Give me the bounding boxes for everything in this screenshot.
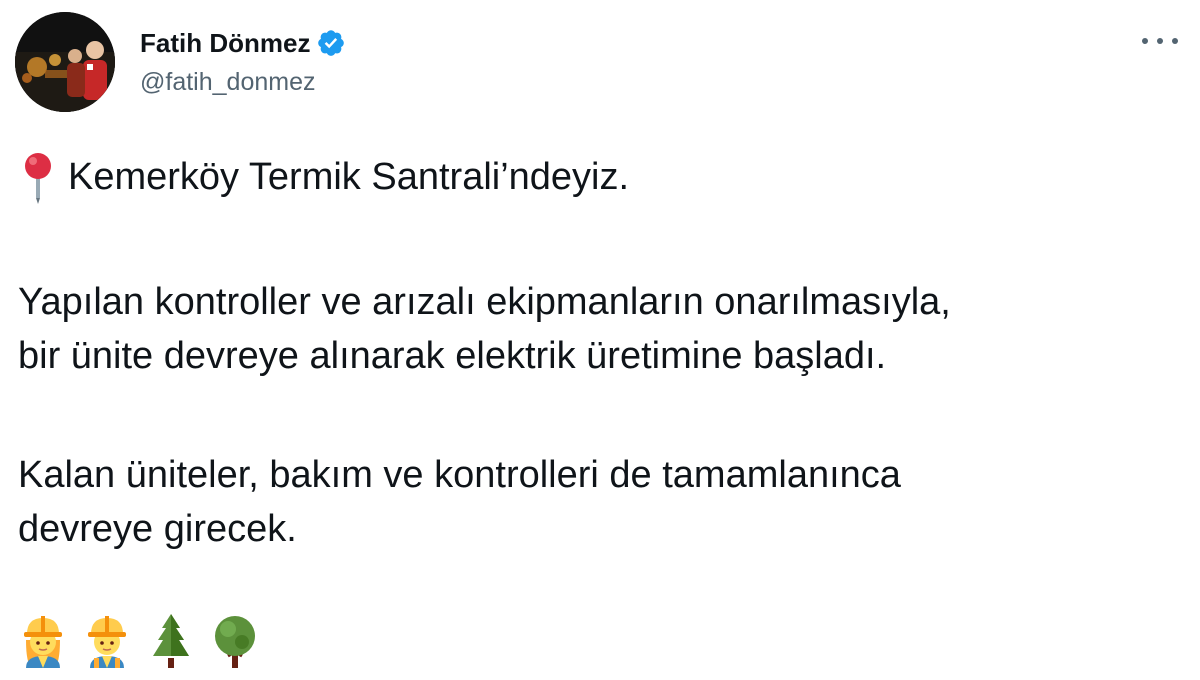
evergreen-tree-icon	[153, 614, 189, 668]
name-row: Fatih Dönmez	[140, 26, 346, 60]
dot	[1172, 38, 1178, 44]
author-info: Fatih Dönmez @fatih_donmez	[140, 26, 346, 97]
handle[interactable]: @fatih_donmez	[140, 68, 346, 97]
tweet-text: Yapılan kontroller ve arızalı ekipmanlar…	[18, 281, 951, 323]
woman-construction-worker-icon	[24, 616, 62, 668]
tweet-paragraph-2: Yapılan kontroller ve arızalı ekipmanlar…	[18, 275, 951, 383]
tweet-text: Kemerköy Termik Santrali’ndeyiz.	[68, 156, 630, 198]
more-options-icon[interactable]	[1142, 30, 1178, 52]
man-construction-worker-icon	[88, 616, 126, 668]
avatar-photo	[15, 12, 115, 112]
dot	[1142, 38, 1148, 44]
avatar[interactable]	[15, 12, 115, 112]
tweet-text: Kalan üniteler, bakım ve kontrolleri de …	[18, 454, 901, 496]
tweet-text: devreye girecek.	[18, 508, 297, 550]
round-pushpin-icon	[18, 150, 58, 204]
tweet-card: Fatih Dönmez @fatih_donmez Kemerköy Term…	[0, 0, 1200, 680]
verified-badge-icon	[316, 28, 346, 58]
dot	[1157, 38, 1163, 44]
emoji-row	[18, 612, 260, 670]
tweet-paragraph-3: Kalan üniteler, bakım ve kontrolleri de …	[18, 448, 901, 556]
tweet-text: bir ünite devreye alınarak elektrik üret…	[18, 335, 887, 377]
tweet-text-line1: Kemerköy Termik Santrali’ndeyiz.	[18, 150, 629, 204]
display-name[interactable]: Fatih Dönmez	[140, 28, 310, 59]
deciduous-tree-icon	[215, 616, 255, 668]
